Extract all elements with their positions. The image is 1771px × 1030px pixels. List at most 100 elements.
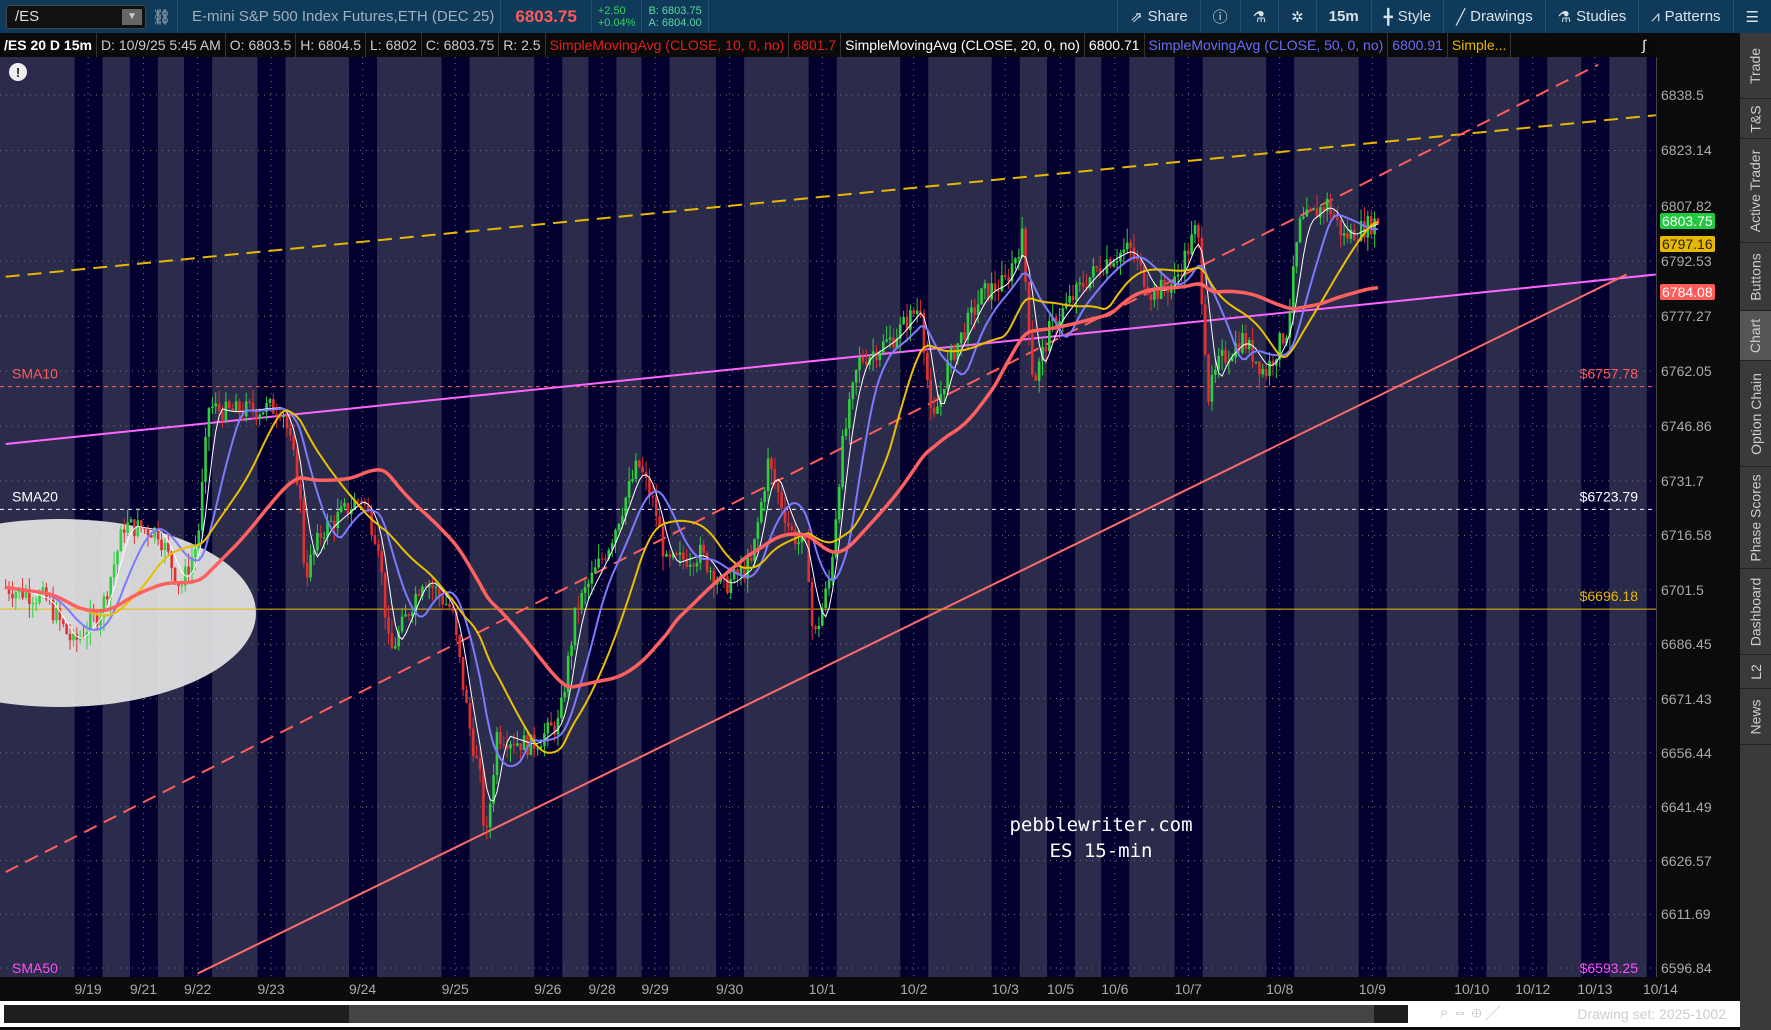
candle-body: [881, 341, 885, 353]
candle-body: [726, 576, 729, 594]
share-button[interactable]: ⇗ Share: [1117, 0, 1200, 33]
sma10-study[interactable]: SimpleMovingAvg (CLOSE, 10, 0, no): [546, 33, 790, 57]
candle-body: [902, 317, 905, 325]
chevron-down-icon[interactable]: ▼: [122, 8, 142, 25]
candle-body: [1078, 282, 1082, 285]
candle-body: [441, 595, 445, 605]
sidebar-tab-t-s[interactable]: T&S: [1740, 99, 1771, 139]
candle-body: [404, 614, 407, 617]
sidebar-tab-trade[interactable]: Trade: [1740, 33, 1771, 99]
candle-body: [949, 347, 953, 361]
drawings-button[interactable]: ╱ Drawings: [1443, 0, 1545, 33]
sidebar-tab-buttons[interactable]: Buttons: [1740, 243, 1771, 311]
candle-body: [926, 352, 929, 381]
candle-body: [763, 491, 766, 503]
candle-body: [356, 500, 360, 502]
chart-info-bar: /ES 20 D 15m D: 10/9/25 5:45 AM O: 6803.…: [0, 33, 1656, 57]
candle-body: [827, 579, 831, 589]
symbol-selector[interactable]: /ES ▼: [6, 4, 146, 29]
candle-body: [959, 332, 963, 344]
candle-body: [478, 757, 482, 770]
drawing-set-label[interactable]: Drawing set: 2025-1002: [1577, 1006, 1726, 1022]
sidebar-tab-phase-scores[interactable]: Phase Scores: [1740, 467, 1771, 569]
settings-button[interactable]: ✲: [1278, 0, 1316, 33]
flask-button[interactable]: ⚗: [1239, 0, 1278, 33]
last-price: 6803.75: [515, 6, 577, 26]
price-tick: 6838.5: [1661, 87, 1704, 103]
date-tick: 9/28: [588, 981, 616, 997]
candle-body: [688, 564, 692, 567]
flask-icon: ⚗: [1557, 8, 1572, 26]
candle-body: [204, 436, 207, 482]
candle-body: [329, 520, 333, 522]
sidebar-tab-active-trader[interactable]: Active Trader: [1740, 139, 1771, 243]
candle-body: [1095, 266, 1099, 269]
candle-body: [1302, 216, 1305, 219]
candle-body: [970, 307, 973, 313]
candle-body: [1342, 233, 1346, 236]
timeframe-button[interactable]: 15m: [1315, 0, 1371, 33]
scroll-thumb[interactable]: [349, 1005, 1374, 1023]
chart-title: /ES 20 D 15m: [0, 33, 97, 57]
sma20-study[interactable]: SimpleMovingAvg (CLOSE, 20, 0, no): [841, 33, 1085, 57]
date-tick: 10/12: [1515, 981, 1551, 997]
candle-body: [1044, 347, 1048, 352]
candle-body: [756, 522, 760, 539]
candle-body: [1149, 294, 1153, 300]
price-axis[interactable]: 6838.5 6823.14 6807.82 6792.53 6777.27 6762.0…: [1656, 57, 1740, 977]
candle-body: [1319, 207, 1322, 218]
candle-body: [973, 307, 977, 315]
sidebar-tab-option-chain[interactable]: Option Chain: [1740, 361, 1771, 467]
candle-body: [556, 718, 560, 735]
candle-body: [461, 656, 465, 690]
zoom-tools-icon[interactable]: ⌕ ⇔ ⊕ ╱: [1440, 1004, 1501, 1021]
sidebar-tab-label: News: [1747, 698, 1764, 735]
candle-body: [519, 743, 522, 751]
style-button[interactable]: ╋ Style: [1370, 0, 1443, 33]
sidebar-tab-chart[interactable]: Chart: [1740, 311, 1771, 361]
candle-body: [1000, 275, 1004, 292]
candle-body: [915, 310, 919, 314]
sidebar-tab-dashboard[interactable]: Dashboard: [1740, 569, 1771, 655]
horizontal-scrollbar[interactable]: Drawing set: 2025-1002 ⌕ ⇔ ⊕ ╱: [0, 1001, 1740, 1027]
candle-body: [11, 593, 14, 599]
candle-body: [580, 592, 583, 610]
candle-body: [163, 542, 167, 551]
candle-body: [1180, 274, 1183, 277]
candle-body: [1092, 266, 1095, 278]
candle-body: [1031, 333, 1034, 375]
scroll-track[interactable]: [4, 1005, 1408, 1023]
candle-body: [1244, 333, 1248, 350]
menu-button[interactable]: ☰: [1732, 0, 1771, 33]
more-studies[interactable]: Simple...: [1448, 33, 1512, 57]
date-axis[interactable]: 9/19 9/21 9/22 9/23 9/24 9/25 9/26 9/28 9/29 9/30…: [0, 977, 1678, 1001]
candle-body: [841, 435, 844, 488]
sma50-study[interactable]: SimpleMovingAvg (CLOSE, 50, 0, no): [1145, 33, 1389, 57]
candle-body: [953, 347, 956, 360]
candle-body: [1329, 198, 1332, 215]
studies-button[interactable]: ⚗ Studies: [1544, 0, 1639, 33]
price-chart[interactable]: SMA10 $6757.78 SMA20 $6723.79 $6696.18 SMA50 $…: [0, 57, 1656, 977]
candle-body: [72, 633, 75, 641]
bar-low: L: 6802: [366, 33, 422, 57]
link-icon[interactable]: ⛓: [152, 8, 171, 26]
candle-body: [509, 744, 512, 749]
candle-body: [475, 755, 478, 758]
patterns-button[interactable]: ⩘ Patterns: [1638, 0, 1732, 33]
candle-body: [1281, 333, 1285, 344]
candle-body: [136, 520, 140, 537]
price-tick: 6777.27: [1661, 308, 1712, 325]
bar-high: H: 6804.5: [296, 33, 367, 57]
candle-body: [702, 544, 705, 553]
chart-mode-icon[interactable]: ∫: [1632, 33, 1656, 57]
price-tick: 6611.69: [1661, 906, 1711, 923]
candle-body: [844, 428, 848, 436]
candle-body: [1193, 225, 1197, 235]
sidebar-tab-news[interactable]: News: [1740, 689, 1771, 745]
candle-body: [65, 624, 68, 634]
sidebar-tab-l2[interactable]: L2: [1740, 655, 1771, 689]
info-button[interactable]: ⓘ: [1199, 0, 1240, 33]
candle-body: [1268, 360, 1271, 377]
list-menu-icon: ☰: [1745, 8, 1759, 26]
price-tick: 6671.43: [1661, 690, 1712, 707]
